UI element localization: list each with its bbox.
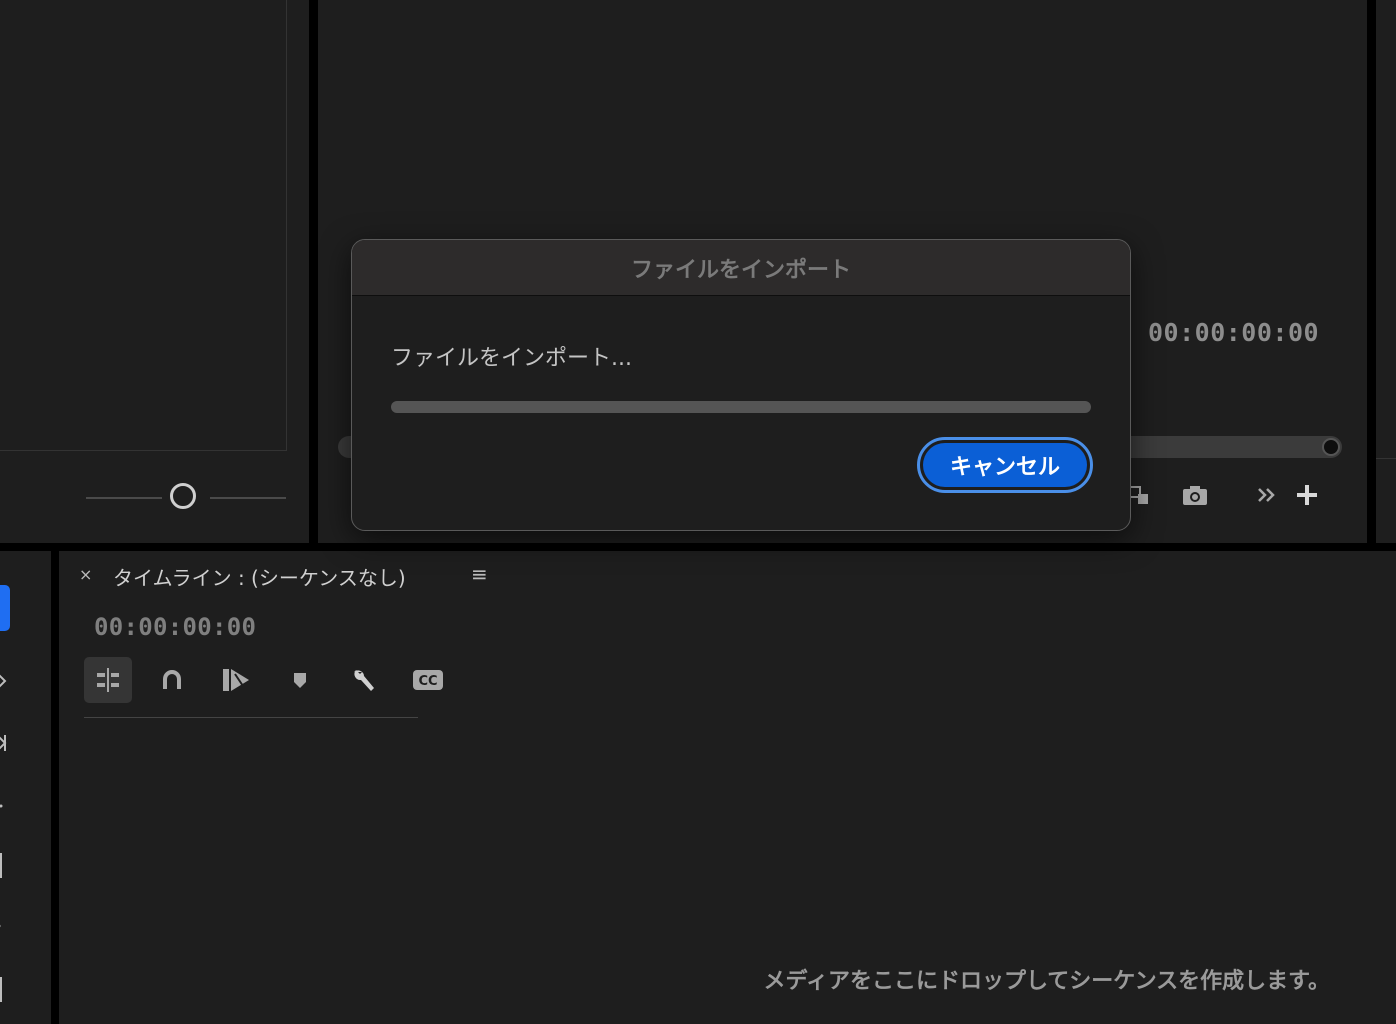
pen-tool-icon[interactable] xyxy=(0,911,11,941)
timeline-timecode[interactable]: 00:00:00:00 xyxy=(94,613,256,641)
monitor-timecode[interactable]: 00:00:00:00 xyxy=(1148,318,1319,347)
slider-track-left xyxy=(86,497,162,499)
panel-menu-icon[interactable]: ≡ xyxy=(471,562,488,586)
track-select-tool-icon[interactable] xyxy=(0,667,11,697)
timeline-close-icon[interactable]: × xyxy=(79,565,92,584)
wrench-icon[interactable] xyxy=(340,657,388,703)
slider-track-right xyxy=(210,497,286,499)
scrub-end-handle[interactable] xyxy=(1322,438,1340,456)
camera-icon[interactable] xyxy=(1180,480,1210,510)
marker-icon[interactable] xyxy=(276,657,324,703)
svg-text:CC: CC xyxy=(418,674,437,689)
ripple-edit-tool-icon[interactable] xyxy=(0,729,11,759)
dialog-titlebar: ファイルをインポート xyxy=(352,240,1130,296)
icon-size-slider[interactable] xyxy=(86,482,286,514)
slider-knob[interactable] xyxy=(170,483,196,509)
panel-divider xyxy=(1376,458,1396,459)
cancel-button[interactable]: キャンセル xyxy=(917,437,1093,493)
toolbar-divider xyxy=(84,717,418,718)
chevron-double-right-icon[interactable] xyxy=(1252,480,1282,510)
plus-icon[interactable] xyxy=(1292,480,1322,510)
tools-panel xyxy=(0,551,51,1024)
right-panel-edge xyxy=(1376,0,1396,543)
cancel-button-label: キャンセル xyxy=(923,443,1087,487)
slip-tool-icon[interactable] xyxy=(0,851,11,881)
dialog-title: ファイルをインポート xyxy=(630,258,851,283)
razor-tool-icon[interactable] xyxy=(0,791,11,821)
import-progress-bar xyxy=(391,401,1091,413)
snap-magnet-icon[interactable] xyxy=(148,657,196,703)
drop-media-hint: メディアをここにドロップしてシーケンスを作成します。 xyxy=(763,969,1330,994)
project-list-area[interactable] xyxy=(0,0,287,451)
timeline-panel: × タイムライン : (シーケンスなし) ≡ 00:00:00:00 CC メデ… xyxy=(59,551,1396,1024)
selection-tool-active[interactable] xyxy=(0,585,10,631)
dialog-message: ファイルをインポート... xyxy=(391,346,632,371)
linked-selection-icon[interactable] xyxy=(212,657,260,703)
hand-tool-icon[interactable] xyxy=(0,975,11,1005)
import-dialog: ファイルをインポート ファイルをインポート... キャンセル xyxy=(351,239,1131,531)
timeline-title[interactable]: タイムライン : (シーケンスなし) xyxy=(113,562,406,591)
insert-sequence-icon[interactable] xyxy=(84,657,132,703)
project-panel xyxy=(0,0,309,543)
closed-caption-icon[interactable]: CC xyxy=(404,657,452,703)
